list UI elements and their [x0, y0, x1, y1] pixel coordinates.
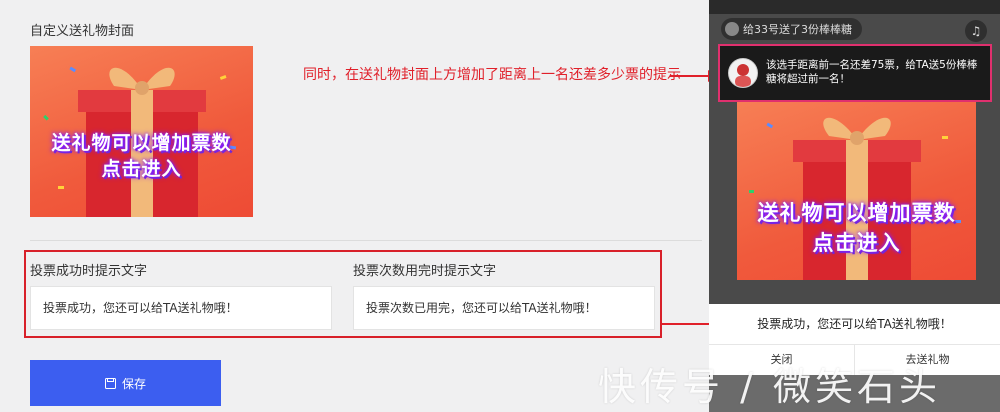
- save-button[interactable]: 保存: [30, 360, 221, 406]
- annotation-text: 同时，在送礼物封面上方增加了距离上一名还差多少票的提示: [303, 67, 681, 83]
- phone-gift-line2: 点击进入: [812, 231, 901, 255]
- cover-section-title: 自定义送礼物封面: [30, 24, 135, 39]
- save-icon: [104, 377, 116, 389]
- exhausted-tip-label: 投票次数用完时提示文字: [353, 264, 497, 279]
- vote-success-message: 投票成功，您还可以给TA送礼物哦！: [709, 304, 1000, 344]
- success-tip-label: 投票成功时提示文字: [30, 264, 148, 279]
- annotation-arrow-line: [670, 75, 712, 77]
- avatar: [728, 58, 758, 88]
- success-tip-input[interactable]: 投票成功，您还可以给TA送礼物哦！: [30, 286, 332, 330]
- gift-cover-line2: 点击进入: [101, 158, 182, 180]
- gift-message-pill: 给33号送了3份棒棒糖: [721, 18, 862, 40]
- gift-cover-image[interactable]: 送礼物可以增加票数 点击进入: [30, 46, 253, 217]
- phone-gift-cover[interactable]: 送礼物可以增加票数 点击进入: [737, 100, 976, 280]
- save-button-label: 保存: [121, 376, 146, 391]
- rank-notice-box: 该选手距离前一名还差75票，给TA送5份棒棒糖将超过前一名！: [718, 44, 992, 102]
- avatar-illustration: [735, 64, 751, 87]
- gift-message-icon: [725, 22, 739, 36]
- exhausted-tip-input[interactable]: 投票次数已用完，您还可以给TA送礼物哦！: [353, 286, 655, 330]
- rank-notice-text: 该选手距离前一名还差75票，给TA送5份棒棒糖将超过前一名！: [766, 59, 978, 85]
- gift-cover-line1: 送礼物可以增加票数: [51, 132, 232, 154]
- section-divider: [30, 240, 702, 241]
- phone-status-bar: [709, 0, 1000, 14]
- music-icon[interactable]: ♫: [965, 20, 987, 42]
- phone-gift-line1: 送礼物可以增加票数: [757, 201, 956, 225]
- gift-message-text: 给33号送了3份棒棒糖: [743, 23, 852, 36]
- watermark: 快传号 / 微笑石头: [598, 365, 941, 409]
